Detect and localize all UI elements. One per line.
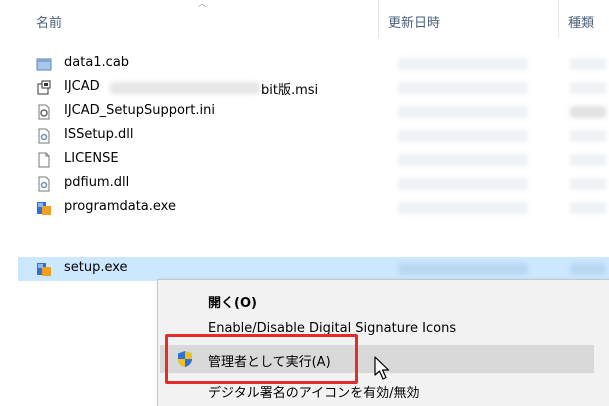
msi-installer-icon — [37, 80, 51, 95]
redacted-date — [398, 154, 528, 166]
column-header: ︿ 名前 更新日時 種類 — [18, 0, 609, 38]
mouse-pointer-icon — [374, 356, 390, 380]
file-row-programdata-exe[interactable]: programdata.exe — [18, 196, 609, 220]
file-row-issetup-dll[interactable]: ISSetup.dll — [18, 124, 609, 148]
file-name-suffix: bit版.msi — [261, 83, 319, 98]
file-name: ISSetup.dll — [64, 127, 134, 142]
redacted-type — [570, 154, 606, 166]
annotation-highlight-box — [165, 334, 358, 384]
setup-exe-icon — [37, 263, 51, 276]
redacted-type — [570, 202, 606, 214]
menu-item-label: デジタル署名のアイコンを有効/無効 — [208, 386, 420, 401]
column-header-date[interactable]: 更新日時 — [388, 12, 440, 31]
redacted-type — [570, 263, 606, 275]
file-row-pdfium-dll[interactable]: pdfium.dll — [18, 172, 609, 196]
ini-settings-icon — [38, 104, 50, 120]
file-name: setup.exe — [64, 260, 128, 275]
sort-indicator-icon: ︿ — [198, 0, 206, 8]
file-name-prefix: IJCAD — [64, 79, 100, 94]
blank-file-icon — [38, 152, 50, 168]
file-name: data1.cab — [64, 55, 130, 70]
file-row-ijcad-msi[interactable]: IJCAD bit版.msi — [18, 76, 609, 100]
redacted-type — [570, 178, 606, 190]
menu-item-open[interactable]: 開く(O) — [158, 286, 609, 314]
file-name: LICENSE — [64, 151, 119, 166]
file-row-data1-cab[interactable]: data1.cab — [18, 52, 609, 76]
redacted-type — [570, 130, 606, 142]
column-header-type[interactable]: 種類 — [568, 12, 594, 31]
cab-archive-icon — [36, 58, 52, 71]
redacted-date — [398, 82, 528, 94]
exe-app-icon — [37, 202, 51, 215]
redacted-date — [398, 202, 528, 214]
redacted-date — [398, 130, 528, 142]
redacted-date — [398, 58, 528, 70]
redacted-filename — [110, 82, 260, 94]
column-divider[interactable] — [378, 0, 379, 38]
column-header-name[interactable]: 名前 — [36, 12, 62, 31]
redacted-type — [570, 82, 606, 94]
column-divider[interactable] — [558, 0, 559, 38]
redacted-type — [570, 58, 606, 70]
redacted-type — [570, 106, 606, 118]
redacted-date — [398, 106, 528, 118]
redacted-date — [398, 263, 528, 275]
file-name: IJCAD_SetupSupport.ini — [64, 103, 215, 118]
file-name: programdata.exe — [64, 199, 176, 214]
file-name: pdfium.dll — [64, 175, 130, 190]
menu-item-label: 開く(O) — [208, 296, 257, 311]
file-row-license[interactable]: LICENSE — [18, 148, 609, 172]
file-row-setup-exe[interactable]: setup.exe — [18, 257, 609, 281]
dll-file-icon — [38, 176, 50, 192]
dll-file-icon — [38, 128, 50, 144]
file-row-ini[interactable]: IJCAD_SetupSupport.ini — [18, 100, 609, 124]
redacted-date — [398, 178, 528, 190]
